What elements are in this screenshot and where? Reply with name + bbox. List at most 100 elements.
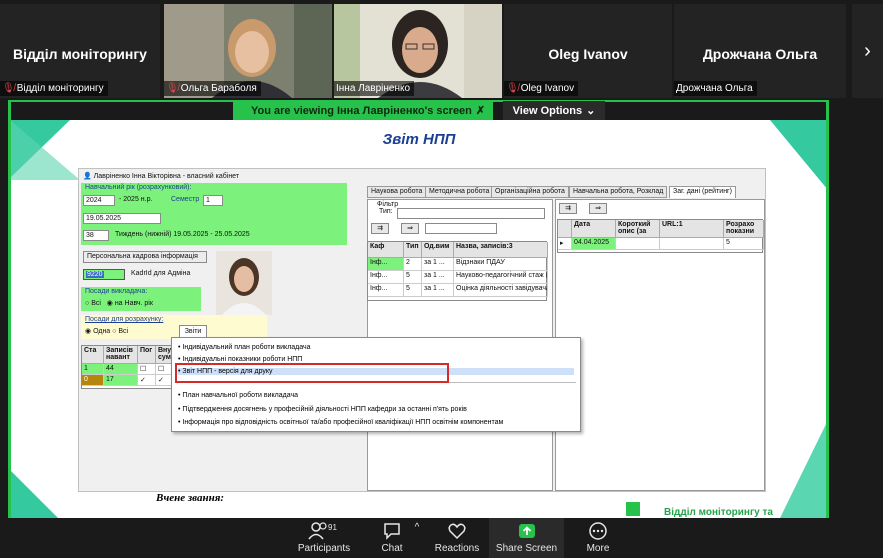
- participant-display-name: Дрожчана Ольга: [702, 46, 818, 62]
- participant-name: Дрожчана Ольга: [676, 83, 753, 94]
- share-screen-icon: [489, 521, 564, 543]
- grid-cell[interactable]: Інф...: [368, 258, 404, 271]
- chevron-right-icon[interactable]: ›: [852, 4, 883, 98]
- grid-cell[interactable]: за 1 ...: [422, 284, 454, 297]
- date-select[interactable]: 19.05.2025: [83, 213, 161, 224]
- chat-icon: [372, 521, 412, 543]
- type-select[interactable]: [397, 208, 545, 219]
- participant-name-tag: 🎙︎̸ Oleg Ivanov: [504, 81, 579, 96]
- grid-cell[interactable]: за 1 ...: [422, 271, 454, 284]
- grid-header: Од.вим: [422, 242, 454, 258]
- year-suffix: - 2025 н.р.: [119, 196, 153, 203]
- footer-text: Вчене звання:: [156, 492, 225, 504]
- menu-item-qualification[interactable]: • Інформація про відповідність освітньої…: [178, 419, 503, 426]
- more-icon: [578, 521, 618, 543]
- hr-info-button[interactable]: Персональна кадрова інформація: [83, 251, 207, 263]
- positions-radio-group[interactable]: ○ Всі ◉ на Навч. рік: [85, 299, 153, 307]
- meeting-toolbar: 91 Participants Chat ^ Reactions Share S…: [0, 518, 883, 558]
- middle-grid: Каф Тип Од.вим Назва, записів:3 Інф... 2…: [367, 241, 548, 301]
- participant-tile[interactable]: Дрожчана Ольга Дрожчана Ольга: [674, 4, 846, 98]
- menu-item-teaching-plan[interactable]: • План навчальної роботи викладача: [178, 392, 298, 399]
- svg-text:91: 91: [328, 523, 337, 532]
- share-border: [826, 100, 829, 518]
- filter-clear-icon[interactable]: ⇉: [371, 223, 389, 234]
- grid-cell[interactable]: 5: [404, 271, 422, 284]
- semester-spinner[interactable]: 1: [203, 195, 223, 206]
- grid-cell[interactable]: [660, 238, 724, 250]
- grid-header: Записів навант: [104, 346, 138, 364]
- week-text: Тиждень (нижній) 19.05.2025 - 25.05.2025: [115, 231, 250, 238]
- calc-label: Посади для розрахунку:: [85, 316, 164, 323]
- positions-label: Посади викладача:: [85, 288, 148, 295]
- grid-checkbox[interactable]: ✓: [138, 375, 156, 386]
- view-options-button[interactable]: View Options ⌄: [503, 101, 605, 120]
- grid-header: Ста: [82, 346, 104, 364]
- calc-radio-group[interactable]: ◉ Одна ○ Всі: [85, 327, 128, 335]
- tab-methodical[interactable]: Методична робота: [425, 186, 494, 198]
- grid-cell[interactable]: за 1 ...: [422, 258, 454, 271]
- tab-general-rating[interactable]: Заг. дані (рейтинг): [669, 186, 736, 198]
- participants-button[interactable]: 91 Participants: [294, 518, 354, 558]
- grid-cell[interactable]: Інф...: [368, 284, 404, 297]
- menu-item-individual-indicators[interactable]: • Індивідуальні показники роботи НПП: [178, 356, 302, 363]
- share-screen-content: Share Screen: [489, 518, 564, 558]
- participant-tile[interactable]: Відділ моніторингу 🎙︎̸ Відділ моніторинг…: [0, 4, 160, 98]
- menu-item-individual-plan[interactable]: • Індивідуальний план роботи викладача: [178, 344, 311, 351]
- cabinet-title: 👤 Лавріненко Інна Вікторівна - власний к…: [83, 173, 240, 180]
- chat-button[interactable]: Chat: [372, 518, 412, 558]
- grid-checkbox[interactable]: ☐: [138, 364, 156, 375]
- share-screen-button[interactable]: Share Screen: [489, 518, 564, 558]
- grid-cell[interactable]: [616, 238, 660, 250]
- participant-tile-active[interactable]: Інна Лавріненко: [334, 4, 502, 98]
- chevron-up-icon[interactable]: ^: [412, 522, 422, 533]
- tab-research[interactable]: Наукова робота: [367, 186, 427, 198]
- viewing-banner: You are viewing Інна Лавріненко's screen…: [233, 101, 494, 120]
- grid-header: Короткий опис (за: [616, 220, 660, 238]
- grid-cell[interactable]: 17: [104, 375, 138, 386]
- profile-photo: [216, 251, 272, 315]
- filter-input[interactable]: [425, 223, 497, 234]
- tab-organizational[interactable]: Організаційна робота: [491, 186, 569, 198]
- reports-menu: • Індивідуальний план роботи викладача •…: [171, 337, 581, 432]
- right-apply-icon[interactable]: ⇒: [589, 203, 607, 214]
- kadr-label: KadrId для Адміна: [131, 270, 191, 277]
- grid-cell[interactable]: 2: [404, 258, 422, 271]
- heart-icon: [432, 521, 482, 543]
- share-border: [8, 100, 11, 518]
- week-spinner[interactable]: 38: [83, 230, 109, 241]
- grid-cell[interactable]: 5: [404, 284, 422, 297]
- kadr-id-field: 9220: [83, 269, 125, 280]
- grid-cell[interactable]: Науково-педагогічний стаж (з: [454, 271, 548, 284]
- grid-cell[interactable]: 1: [82, 364, 104, 375]
- type-label: Тип:: [379, 208, 393, 215]
- grid-header: URL:1: [660, 220, 724, 238]
- tab-teaching[interactable]: Навчальна робота, Розклад: [569, 186, 668, 198]
- row-pointer-icon: ▸: [558, 238, 572, 250]
- grid-cell[interactable]: Оцінка діяльності завідувача: [454, 284, 548, 297]
- right-clear-icon[interactable]: ⇉: [559, 203, 577, 214]
- grid-cell[interactable]: 5: [724, 238, 764, 250]
- muted-mic-icon: 🎙︎̸: [166, 83, 179, 94]
- year-spinner[interactable]: 2024: [83, 195, 115, 206]
- filter-label: Фільтр: [377, 201, 399, 208]
- more-button[interactable]: More: [578, 518, 618, 558]
- grid-cell[interactable]: 0: [82, 375, 104, 386]
- grid-cell[interactable]: 04.04.2025: [572, 238, 616, 250]
- menu-item-achievements[interactable]: • Підтвердження досягнень у професійній …: [178, 406, 467, 413]
- participant-name: Інна Лавріненко: [336, 83, 411, 94]
- grid-cell[interactable]: Інф...: [368, 271, 404, 284]
- muted-mic-icon: 🎙︎̸: [2, 83, 15, 94]
- app-window: 👤 Лавріненко Інна Вікторівна - власний к…: [78, 168, 766, 492]
- grid-header: Каф: [368, 242, 404, 258]
- participant-name-tag: 🎙︎̸ Ольга Бараболя: [164, 81, 261, 96]
- participant-tile[interactable]: 🎙︎̸ Ольга Бараболя: [164, 4, 332, 98]
- grid-cell[interactable]: Відзнаки ПДАУ: [454, 258, 548, 271]
- reactions-button[interactable]: Reactions: [432, 518, 482, 558]
- participant-name-tag: Інна Лавріненко: [334, 81, 415, 96]
- grid-cell[interactable]: 44: [104, 364, 138, 375]
- grid-header: Дата: [572, 220, 616, 238]
- semester-label: Семестр: [171, 196, 200, 203]
- filter-apply-icon[interactable]: ⇒: [401, 223, 419, 234]
- participant-tile[interactable]: Oleg Ivanov 🎙︎̸ Oleg Ivanov: [504, 4, 672, 98]
- person-icon: 👤: [83, 173, 94, 180]
